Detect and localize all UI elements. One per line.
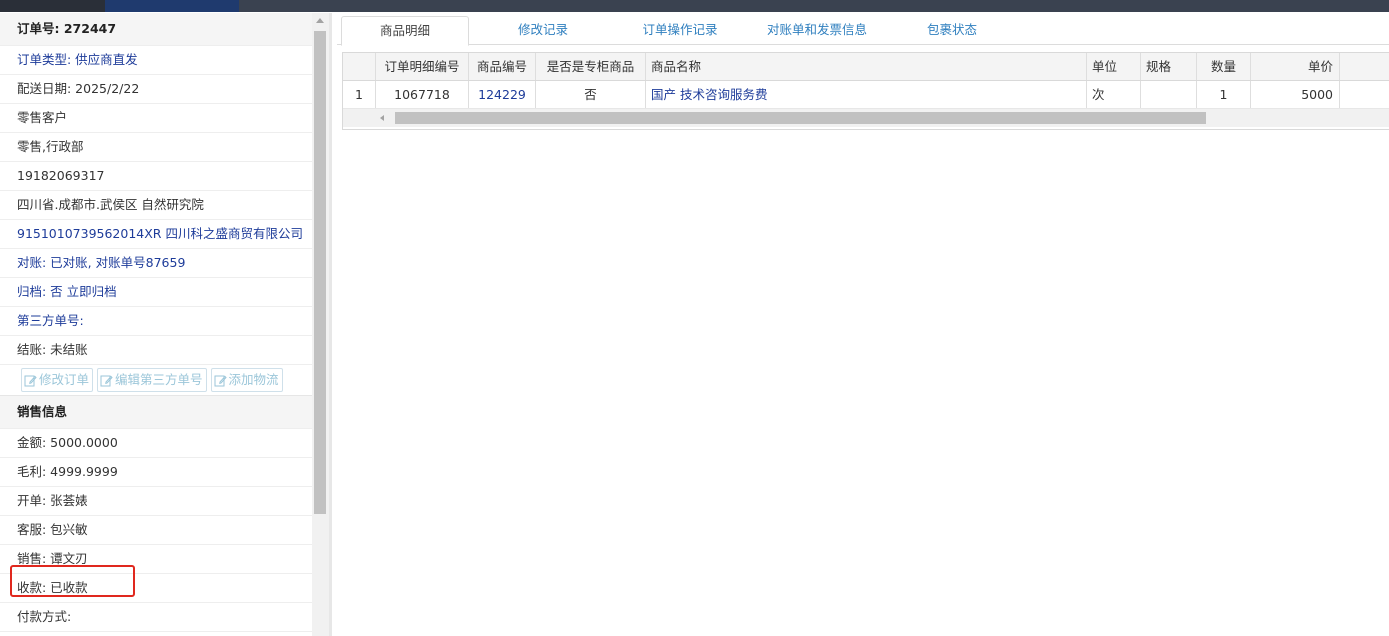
reconciliation-row[interactable]: 对账: 已对账, 对账单号87659 [0, 249, 312, 278]
grid-horizontal-scrollbar[interactable] [343, 109, 1389, 127]
issuer-row: 开单: 张荟婊 [0, 487, 312, 516]
add-logistics-button[interactable]: 添加物流 [210, 368, 283, 392]
edit-third-party-button[interactable]: 编辑第三方单号 [97, 368, 207, 392]
row-unit: 次 [1087, 81, 1141, 108]
horizontal-scrollbar-thumb[interactable] [395, 112, 1206, 124]
tab-statement-invoice[interactable]: 对账单和发票信息 [752, 16, 882, 44]
tab-package-status[interactable]: 包裹状态 [907, 16, 997, 44]
scroll-left-icon[interactable] [380, 115, 384, 121]
top-bar-segment-active [105, 0, 239, 12]
order-number-header: 订单号: 272447 [0, 13, 312, 46]
top-bar-segment-dark [0, 0, 105, 12]
gross-profit-row: 毛利: 4999.9999 [0, 458, 312, 487]
phone-row: 19182069317 [0, 162, 312, 191]
customer-type-row: 零售客户 [0, 104, 312, 133]
header-cell-product-name[interactable]: 商品名称 [646, 53, 1087, 80]
header-cell-spec[interactable]: 规格 [1141, 53, 1197, 80]
panel-divider[interactable] [329, 13, 332, 636]
row-quantity: 1 [1197, 81, 1251, 108]
header-cell-index [343, 53, 376, 80]
row-index: 1 [343, 81, 376, 108]
payment-highlight-box [10, 565, 135, 597]
order-number-value: 272447 [63, 21, 117, 36]
amount-row: 金额: 5000.0000 [0, 429, 312, 458]
third-party-number-row: 第三方单号: [0, 307, 312, 336]
row-detail-id: 1067718 [376, 81, 469, 108]
edit-icon [100, 375, 113, 386]
row-product-id-link[interactable]: 124229 [469, 81, 536, 108]
row-counter-product: 否 [536, 81, 646, 108]
row-unit-price: 5000 [1251, 81, 1340, 108]
row-spec [1141, 81, 1197, 108]
edit-order-label: 修改订单 [39, 372, 90, 387]
tab-operation-log[interactable]: 订单操作记录 [620, 16, 740, 44]
customer-service-row: 客服: 包兴敏 [0, 516, 312, 545]
row-product-name-link[interactable]: 国产 技术咨询服务费 [646, 81, 1087, 108]
edit-third-party-label: 编辑第三方单号 [115, 372, 203, 387]
header-cell-unit-price[interactable]: 单价 [1251, 53, 1340, 80]
settlement-row: 结账: 未结账 [0, 336, 312, 365]
top-bar [0, 0, 1389, 12]
detail-tabs: 商品明细 修改记录 订单操作记录 对账单和发票信息 包裹状态 [337, 13, 1389, 46]
order-type-row: 订单类型: 供应商直发 [0, 46, 312, 75]
header-cell-unit[interactable]: 单位 [1087, 53, 1141, 80]
add-logistics-label: 添加物流 [228, 372, 279, 387]
header-cell-detail-id[interactable]: 订单明细编号 [376, 53, 469, 80]
customer-dept-row: 零售,行政部 [0, 133, 312, 162]
edit-order-button[interactable]: 修改订单 [21, 368, 94, 392]
left-panel-scrollbar[interactable] [312, 13, 329, 636]
delivery-date-row: 配送日期: 2025/2/22 [0, 75, 312, 104]
edit-icon [24, 375, 37, 386]
header-cell-counter-product[interactable]: 是否是专柜商品 [536, 53, 646, 80]
table-row[interactable]: 1 1067718 124229 否 国产 技术咨询服务费 次 1 5000 [343, 81, 1389, 109]
scroll-up-icon[interactable] [316, 18, 324, 23]
product-grid: 订单明细编号 商品编号 是否是专柜商品 商品名称 单位 规格 数量 单价 1 1… [342, 52, 1389, 130]
archive-row[interactable]: 归档: 否 立即归档 [0, 278, 312, 307]
order-info-panel: 订单号: 272447 订单类型: 供应商直发 配送日期: 2025/2/22 … [0, 13, 313, 636]
scrollbar-thumb[interactable] [314, 31, 326, 514]
payment-method-row: 付款方式: [0, 603, 312, 632]
order-actions: 修改订单 编辑第三方单号 添加物流 [0, 365, 312, 396]
sales-info-header: 销售信息 [0, 396, 312, 429]
order-number-label: 订单号: [17, 21, 60, 36]
tab-modification-log[interactable]: 修改记录 [485, 16, 601, 44]
header-cell-product-id[interactable]: 商品编号 [469, 53, 536, 80]
edit-icon [214, 375, 227, 386]
address-row: 四川省.成都市.武侯区 自然研究院 [0, 191, 312, 220]
supplier-link[interactable]: 9151010739562014XR 四川科之盛商贸有限公司 [0, 220, 312, 249]
grid-header: 订单明细编号 商品编号 是否是专柜商品 商品名称 单位 规格 数量 单价 [343, 53, 1389, 81]
header-cell-quantity[interactable]: 数量 [1197, 53, 1251, 80]
tab-product-details[interactable]: 商品明细 [341, 16, 469, 46]
